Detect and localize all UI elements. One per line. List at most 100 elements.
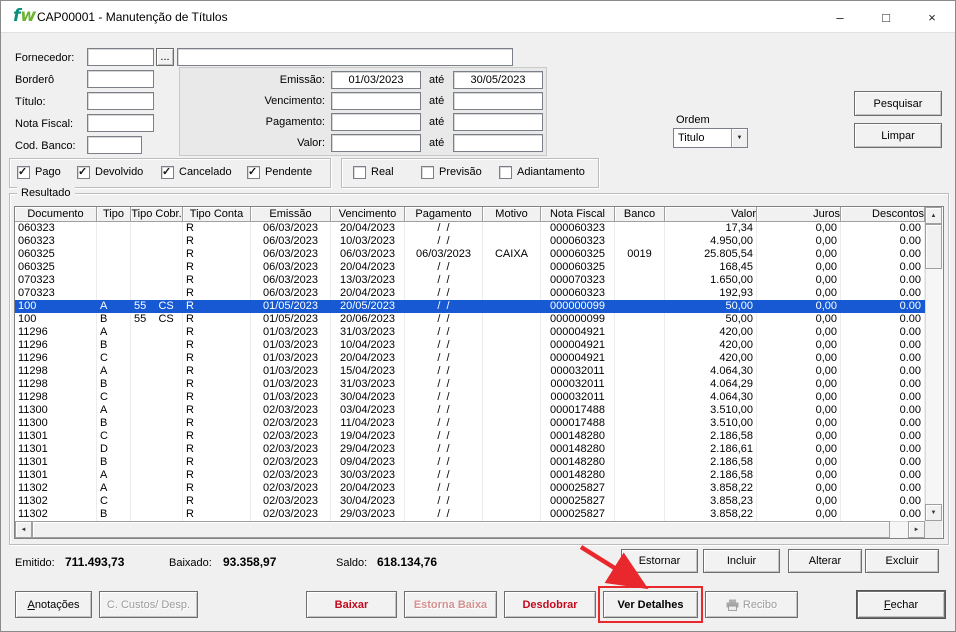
table-cell: 000017488 — [541, 404, 615, 417]
table-row[interactable]: 11302 B R 02/03/2023 29/03/2023/ / 000025827 3… — [15, 508, 925, 521]
column-header[interactable]: Juros — [757, 207, 841, 222]
valor-to-input[interactable] — [453, 134, 543, 152]
table-row[interactable]: 100 A 55 CS R 01/05/2023 20/05/2023 / / 0000000… — [15, 300, 925, 313]
table-cell: 0.00 — [841, 326, 925, 339]
desdobrar-button[interactable]: Desdobrar — [504, 591, 596, 618]
table-row[interactable]: 11301 C R 02/03/2023 19/04/2023/ / 000148280 2… — [15, 430, 925, 443]
bordero-input[interactable] — [87, 70, 154, 88]
scroll-down-icon[interactable]: ▼ — [925, 504, 942, 521]
horizontal-scroll-thumb[interactable] — [32, 521, 890, 538]
cod-banco-input[interactable] — [87, 136, 142, 154]
scroll-left-icon[interactable]: ◄ — [15, 521, 32, 538]
checkbox-pendente[interactable]: ✓ Pendente — [247, 165, 312, 179]
vencimento-from-input[interactable] — [331, 92, 421, 110]
table-row[interactable]: 11301 A R 02/03/2023 30/03/2023/ / 000148280 2… — [15, 469, 925, 482]
pesquisar-button[interactable]: Pesquisar — [854, 91, 942, 116]
nota-fiscal-input[interactable] — [87, 114, 154, 132]
pagamento-from-input[interactable] — [331, 113, 421, 131]
table-cell — [483, 508, 541, 521]
vencimento-to-input[interactable] — [453, 92, 543, 110]
fornecedor-code-input[interactable] — [87, 48, 154, 66]
table-cell: / / — [405, 469, 483, 482]
vertical-scrollbar[interactable]: ▲ ▼ — [925, 207, 942, 521]
table-cell: 0.00 — [841, 430, 925, 443]
incluir-button[interactable]: Incluir — [703, 549, 780, 573]
alterar-button[interactable]: Alterar — [788, 549, 862, 573]
emissao-from-input[interactable] — [331, 71, 421, 89]
limpar-button[interactable]: Limpar — [854, 123, 942, 148]
table-row[interactable]: 11296 A R 01/03/2023 31/03/2023/ / 000004921 4… — [15, 326, 925, 339]
scroll-right-icon[interactable]: ► — [908, 521, 925, 538]
minimize-icon[interactable]: – — [817, 1, 863, 33]
table-row[interactable]: 060325 R 06/03/2023 06/03/2023 06/03/2023 CAI… — [15, 248, 925, 261]
column-header[interactable]: Tipo Cobr. — [131, 207, 183, 222]
table-row[interactable]: 11296 B R 01/03/2023 10/04/2023/ / 000004921 4… — [15, 339, 925, 352]
table-row[interactable]: 11298 C R 01/03/2023 30/04/2023/ / 000032011 4… — [15, 391, 925, 404]
table-cell: CAIXA — [483, 248, 541, 261]
column-header[interactable]: Vencimento — [331, 207, 405, 222]
ver-detalhes-button[interactable]: Ver Detalhes — [603, 591, 698, 618]
app-window: fw CAP00001 - Manutenção de Títulos – □ … — [0, 0, 956, 632]
baixar-button[interactable]: Baixar — [306, 591, 397, 618]
checkbox-cancelado[interactable]: ✓ Cancelado — [161, 165, 232, 179]
table-row[interactable]: 11302 C R 02/03/2023 30/04/2023/ / 000025827 3… — [15, 495, 925, 508]
fechar-button[interactable]: Fechar — [857, 591, 945, 618]
anotacoes-button[interactable]: Anotações — [15, 591, 92, 618]
fornecedor-name-input[interactable] — [177, 48, 513, 66]
pagamento-to-input[interactable] — [453, 113, 543, 131]
estornar-button[interactable]: Estornar — [621, 549, 698, 573]
checkbox-previsao[interactable]: ✓ Previsão — [421, 165, 482, 179]
column-header[interactable]: Motivo — [483, 207, 541, 222]
table-cell: 15/04/2023 — [331, 365, 405, 378]
table-row[interactable]: 060323 R 06/03/2023 20/04/2023/ / 000060323 1… — [15, 222, 925, 235]
table-row[interactable]: 11302 A R 02/03/2023 20/04/2023/ / 000025827 3… — [15, 482, 925, 495]
horizontal-scrollbar[interactable]: ◄ ► — [15, 521, 925, 538]
checkbox-icon: ✓ — [499, 165, 512, 179]
table-cell — [97, 287, 131, 300]
checkbox-real[interactable]: ✓ Real — [353, 165, 394, 179]
table-row[interactable]: 11301 D R 02/03/2023 29/04/2023/ / 000148280 2… — [15, 443, 925, 456]
column-header[interactable]: Documento — [15, 207, 97, 222]
table-cell: D — [97, 443, 131, 456]
table-cell — [131, 326, 183, 339]
column-header[interactable]: Banco — [615, 207, 665, 222]
table-row[interactable]: 070323 R 06/03/2023 13/03/2023/ / 000070323 1… — [15, 274, 925, 287]
column-header[interactable]: Nota Fiscal — [541, 207, 615, 222]
checkbox-adiantamento[interactable]: ✓ Adiantamento — [499, 165, 585, 179]
table-cell: 11/04/2023 — [331, 417, 405, 430]
ordem-select[interactable]: Titulo ▼ — [673, 128, 748, 148]
titulo-input[interactable] — [87, 92, 154, 110]
table-row[interactable]: 11301 B R 02/03/2023 09/04/2023/ / 000148280 2… — [15, 456, 925, 469]
table-row[interactable]: 060323 R 06/03/2023 10/03/2023/ / 000060323 4… — [15, 235, 925, 248]
table-row[interactable]: 11300 B R 02/03/2023 11/04/2023/ / 000017488 3… — [15, 417, 925, 430]
maximize-icon[interactable]: □ — [863, 1, 909, 33]
checkbox-icon: ✓ — [247, 165, 260, 179]
table-row[interactable]: 11296 C R 01/03/2023 20/04/2023/ / 000004921 4… — [15, 352, 925, 365]
column-header[interactable]: Tipo — [97, 207, 131, 222]
fornecedor-browse-button[interactable]: ... — [156, 48, 174, 66]
column-header[interactable]: Tipo Conta — [183, 207, 251, 222]
table-row[interactable]: 11300 A R 02/03/2023 03/04/2023/ / 000017488 3… — [15, 404, 925, 417]
table-row[interactable]: 100 B 55 CS R 01/05/2023 20/06/2023/ / 0000000… — [15, 313, 925, 326]
excluir-button[interactable]: Excluir — [865, 549, 939, 573]
column-header[interactable]: Descontos — [841, 207, 925, 222]
saldo-label: Saldo: — [336, 557, 368, 569]
column-header[interactable]: Emissão — [251, 207, 331, 222]
table-cell: 192,93 — [665, 287, 757, 300]
chevron-down-icon[interactable]: ▼ — [731, 129, 747, 147]
table-row[interactable]: 11298 A R 01/03/2023 15/04/2023/ / 000032011 4… — [15, 365, 925, 378]
checkbox-devolvido[interactable]: ✓ Devolvido — [77, 165, 143, 179]
table-cell: 000000099 — [549, 300, 606, 312]
scroll-up-icon[interactable]: ▲ — [925, 207, 942, 224]
checkbox-pago[interactable]: ✓ Pago — [17, 165, 61, 179]
emissao-to-input[interactable] — [453, 71, 543, 89]
valor-from-input[interactable] — [331, 134, 421, 152]
column-header[interactable]: Pagamento — [405, 207, 483, 222]
table-row[interactable]: 060325 R 06/03/2023 20/04/2023/ / 000060325 1… — [15, 261, 925, 274]
close-icon[interactable]: × — [909, 1, 955, 33]
table-cell: 3.858,23 — [665, 495, 757, 508]
table-row[interactable]: 11298 B R 01/03/2023 31/03/2023/ / 000032011 4… — [15, 378, 925, 391]
column-header[interactable]: Valor — [665, 207, 757, 222]
vertical-scroll-thumb[interactable] — [925, 224, 942, 269]
table-row[interactable]: 070323 R 06/03/2023 20/04/2023/ / 000060323 1… — [15, 287, 925, 300]
